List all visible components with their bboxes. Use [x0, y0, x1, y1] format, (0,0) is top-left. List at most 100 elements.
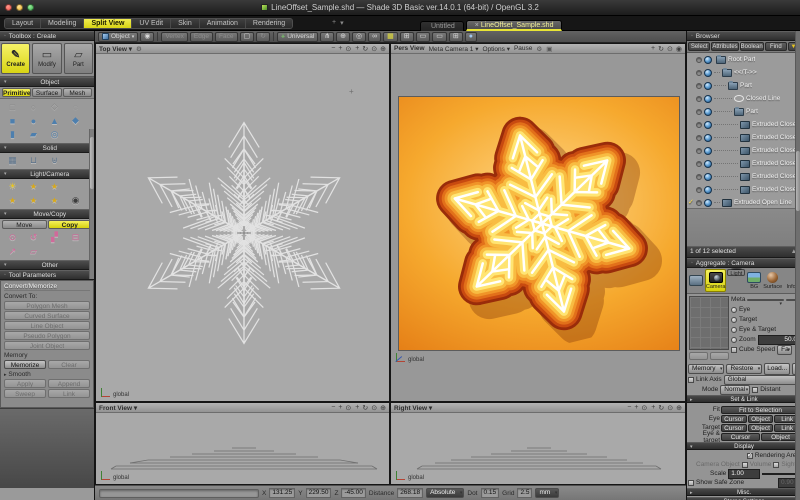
nav-control-icon[interactable]: + — [651, 45, 655, 53]
cube-speed-checkbox[interactable] — [731, 347, 737, 353]
tree-item-part[interactable]: Part — [687, 79, 800, 92]
workspace-overflow-button[interactable]: ▾ — [340, 19, 344, 27]
zoom-control-icon[interactable]: + — [634, 404, 638, 412]
smooth-sweep-button[interactable]: Sweep — [4, 389, 46, 398]
modify-mode-button[interactable]: ▭Modify — [32, 43, 61, 74]
link-axis-dropdown[interactable]: Global — [724, 375, 800, 385]
render-flag-toggle[interactable] — [696, 57, 702, 63]
memorize-button[interactable]: Memorize — [4, 360, 46, 369]
browser-tab-find[interactable]: Find — [765, 42, 787, 51]
point-light-icon[interactable]: ☀ — [2, 180, 23, 193]
tree-item-extruded-open-line[interactable]: Extruded Open Line — [687, 196, 800, 209]
object-section-header[interactable]: ▾Object — [0, 77, 94, 87]
disk-icon[interactable]: □ — [2, 100, 23, 113]
zoom-radio[interactable] — [731, 337, 737, 343]
nav-control-icon[interactable]: ↻ — [362, 404, 368, 412]
zoom-control-icon[interactable]: − — [627, 404, 631, 412]
view-gear-icon[interactable]: ⚙ — [136, 45, 142, 53]
minimize-window-button[interactable] — [16, 4, 23, 11]
material-ball-icon[interactable] — [704, 199, 712, 207]
flag-icon[interactable]: ▣ — [546, 45, 552, 53]
camera-select-dropdown[interactable]: Meta Camera 1 ▾ — [429, 45, 479, 53]
zoom-control-icon[interactable]: + — [338, 45, 342, 53]
pause-button[interactable]: Pause — [514, 45, 532, 52]
memory-dropdown[interactable]: Memory — [688, 364, 724, 374]
view-gear-icon[interactable]: ⚙ — [536, 45, 542, 53]
material-ball-icon[interactable] — [704, 69, 712, 77]
eye-target-cursor-button[interactable]: Cursor — [721, 433, 760, 441]
tree-empty-area[interactable] — [687, 209, 800, 247]
tree-item-extruded-closed[interactable]: Extruded Closed — [687, 170, 800, 183]
controller-icon[interactable]: ▭ — [432, 32, 447, 42]
camera-preview[interactable] — [689, 296, 729, 350]
render-preview-icon[interactable]: ● — [465, 32, 477, 42]
other-section-header[interactable]: ▾Other — [0, 260, 94, 270]
linear-light-icon[interactable]: ★ — [23, 194, 44, 207]
workspace-tab[interactable]: Animation — [200, 19, 246, 28]
ies-light-icon[interactable]: ★ — [44, 194, 65, 207]
aggregate-tab-surface[interactable]: Surface — [763, 269, 782, 292]
move-copy-tab[interactable]: Copy — [48, 220, 93, 229]
render-flag-toggle[interactable] — [696, 70, 702, 76]
render-flag-toggle[interactable] — [696, 148, 702, 154]
tree-item-root-part[interactable]: Root Part — [687, 53, 800, 66]
restore-dropdown[interactable]: Restore — [726, 364, 762, 374]
pyramid-icon[interactable]: ◆ — [65, 114, 86, 127]
view-type-dropdown[interactable]: Front View ▾ — [99, 404, 137, 412]
render-flag-toggle[interactable] — [696, 96, 702, 102]
nav-control-icon[interactable]: ↻ — [658, 404, 664, 412]
cube-icon[interactable]: ■ — [2, 114, 23, 127]
camera-create-icon[interactable]: ◉ — [65, 194, 86, 207]
object-tab[interactable]: Mesh — [63, 88, 92, 97]
scale-tool-icon[interactable]: ⊙ — [2, 231, 23, 244]
view-type-dropdown[interactable]: Top View ▾ — [99, 45, 132, 53]
close-window-button[interactable] — [5, 4, 12, 11]
arc-icon[interactable]: ○ — [23, 100, 44, 113]
display-section-header[interactable]: ▾Display — [687, 442, 800, 450]
browser-tab-boolean[interactable]: Boolean — [740, 42, 764, 51]
workspace-tab[interactable]: Layout — [5, 19, 41, 28]
nav-control-icon[interactable]: ⊕ — [676, 404, 682, 412]
load-button[interactable]: Load... — [764, 363, 790, 375]
material-ball-icon[interactable] — [704, 186, 712, 194]
globe-tool-icon[interactable]: ◎ — [352, 32, 366, 42]
meta-dropdown[interactable] — [747, 299, 784, 301]
aggregate-tab-object[interactable] — [688, 269, 704, 292]
zoom-control-icon[interactable]: ⊙ — [641, 404, 647, 412]
solid-section-header[interactable]: ▾Solid — [0, 143, 94, 153]
material-ball-icon[interactable] — [704, 121, 712, 129]
solid-union-icon[interactable]: ⊎ — [44, 154, 65, 167]
tree-item-extruded-closed[interactable]: Extruded Closed — [687, 157, 800, 170]
workspace-tab[interactable]: UV Edit — [132, 19, 171, 28]
translate-tool-icon[interactable]: ↗ — [2, 245, 23, 258]
preview-button-2[interactable] — [710, 352, 729, 360]
edge-mode-button[interactable]: Edge — [190, 32, 213, 42]
view-type-dropdown[interactable]: Right View ▾ — [394, 404, 432, 412]
numeric-pad-icon[interactable]: ⊞ — [449, 32, 463, 42]
aggregate-tab-light[interactable]: Light — [727, 269, 745, 276]
close-tab-icon[interactable]: × — [475, 22, 479, 29]
vertex-mode-button[interactable]: Vertex — [161, 32, 187, 42]
set-link-section-header[interactable]: ▸Set & Link — [687, 395, 800, 403]
pers-viewport[interactable]: Pers View Meta Camera 1 ▾ Options ▾ Paus… — [390, 43, 686, 402]
browser-tab-select[interactable]: Select — [688, 42, 710, 51]
marquee-select-button[interactable]: ▢ — [240, 32, 255, 42]
render-flag-toggle[interactable] — [696, 174, 702, 180]
misc-section-header[interactable]: ▸Misc. — [687, 488, 800, 496]
tree-item-closed-line[interactable]: Closed Line — [687, 92, 800, 105]
fit-to-selection-button[interactable]: Fit to Selection — [721, 406, 800, 414]
safe-zone-checkbox[interactable] — [688, 480, 694, 486]
right-viewport[interactable]: Right View ▾ −+⊙ +↻⊙⊕ global — [390, 402, 686, 485]
sight-checkbox[interactable] — [773, 462, 779, 468]
zoom-control-icon[interactable]: − — [331, 404, 335, 412]
nav-control-icon[interactable]: + — [355, 45, 359, 53]
unit-dropdown[interactable]: mm — [535, 488, 559, 498]
rendered-image[interactable] — [398, 96, 680, 351]
volume-checkbox[interactable] — [742, 462, 748, 468]
document-tab[interactable]: ×LineOffset_Sample.shd — [466, 20, 563, 31]
workspace-tab[interactable]: Rendering — [246, 19, 292, 28]
eye-target-radio[interactable] — [731, 327, 737, 333]
material-ball-icon[interactable] — [704, 134, 712, 142]
material-ball-icon[interactable] — [704, 173, 712, 181]
grid-snap-icon[interactable]: ⊞ — [400, 32, 414, 42]
